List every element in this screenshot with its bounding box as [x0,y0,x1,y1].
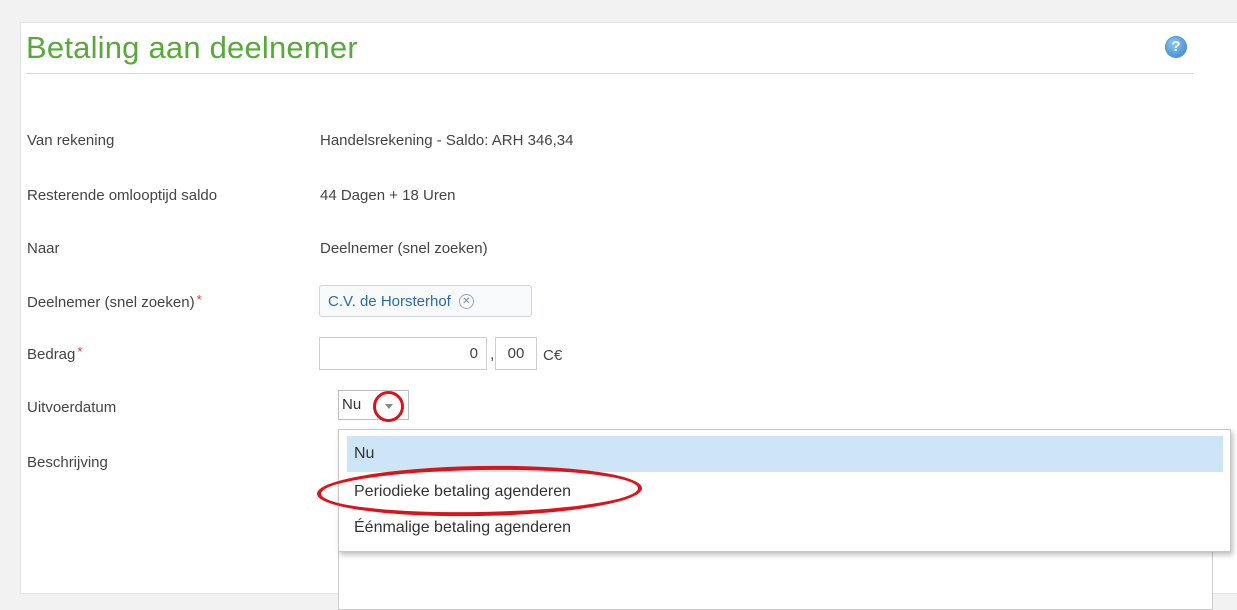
member-chip[interactable]: C.V. de Horsterhof ✕ [319,285,532,317]
amount-integer-input[interactable] [319,337,487,370]
remaining-time-label: Resterende omlooptijd saldo [27,187,218,204]
dropdown-option-label: Éénmalige betaling agenderen [354,519,572,536]
member-label: Deelnemer (snel zoeken) * [27,292,202,311]
dropdown-option-label: Nu [354,445,375,462]
annotation-circle [373,391,404,422]
required-marker: * [77,344,83,359]
remaining-time-value: 44 Dagen + 18 Uren [320,187,456,204]
title-divider [26,73,1194,74]
amount-label: Bedrag * [27,344,83,363]
currency-label: C€ [543,347,563,364]
amount-separator: , [490,346,495,363]
date-select-value: Nu [342,396,362,413]
page-title: Betaling aan deelnemer [26,30,358,65]
to-value: Deelnemer (snel zoeken) [320,240,488,257]
to-label: Naar [27,240,60,257]
from-account-value: Handelsrekening - Saldo: ARH 346,34 [320,132,574,149]
amount-label-text: Bedrag [27,346,76,363]
member-label-text: Deelnemer (snel zoeken) [27,294,195,311]
member-chip-label: C.V. de Horsterhof [328,292,451,310]
remove-member-icon[interactable]: ✕ [458,293,474,309]
date-label: Uitvoerdatum [27,399,117,416]
description-label: Beschrijving [27,454,108,471]
from-account-label: Van rekening [27,132,115,149]
required-marker: * [196,292,202,307]
help-icon[interactable]: ? [1165,36,1187,58]
amount-decimal-input[interactable] [495,337,537,370]
